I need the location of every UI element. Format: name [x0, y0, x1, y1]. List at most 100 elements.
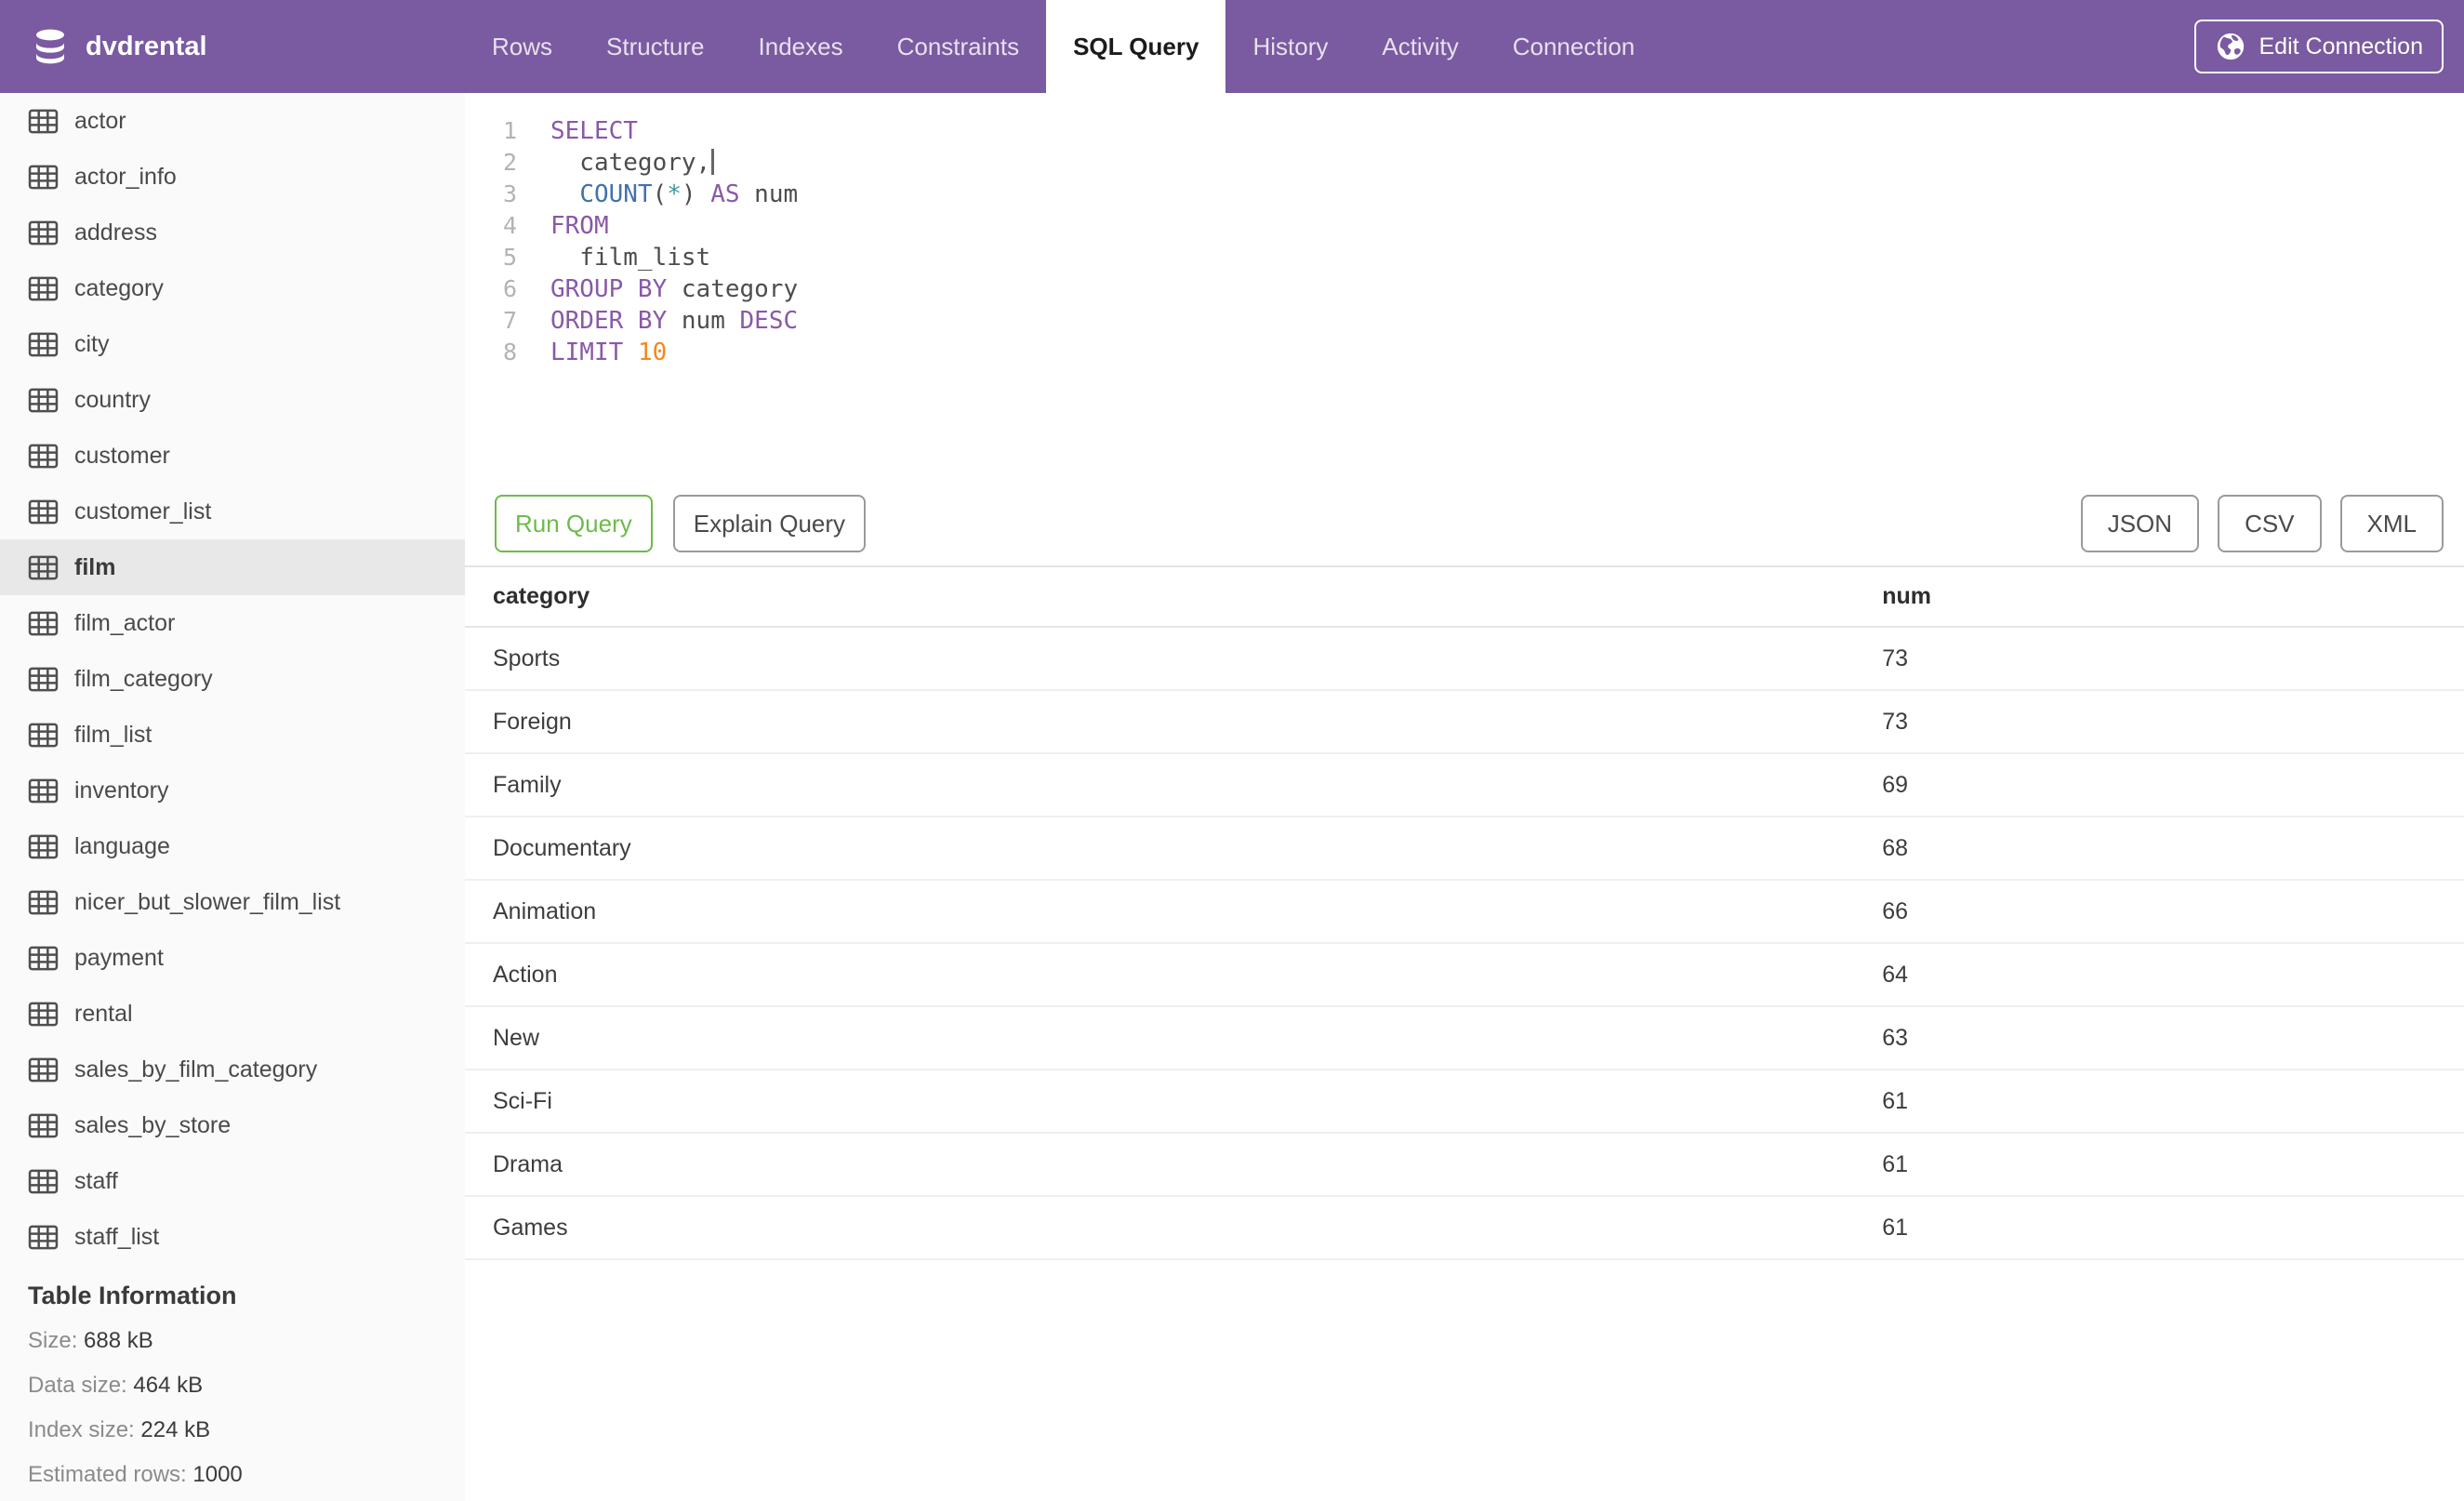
sidebar-item-rental[interactable]: rental — [0, 986, 465, 1042]
tab-history[interactable]: History — [1225, 0, 1355, 93]
editor-line: 1 SELECT — [465, 115, 2464, 147]
line-number: 1 — [502, 117, 517, 144]
table-list: actor actor_infoaddress category city countr… — [0, 93, 465, 1265]
table-name: inventory — [74, 777, 169, 804]
sidebar-item-language[interactable]: language — [0, 818, 465, 874]
run-query-button[interactable]: Run Query — [495, 495, 653, 552]
table-information: Table Information Size: 688 kB Data size:… — [0, 1265, 465, 1497]
sidebar-item-country[interactable]: country — [0, 372, 465, 428]
table-row[interactable]: Foreign 73 — [465, 690, 2464, 754]
main-content: 1 SELECT 2 category, 3 COUNT(*) AS num 4 FROM… — [465, 93, 2464, 1501]
table-cell: New — [465, 1006, 1855, 1070]
table-name: film — [74, 553, 116, 580]
table-cell: 69 — [1854, 753, 2464, 817]
table-name: country — [74, 386, 151, 413]
table-cell: 68 — [1854, 817, 2464, 881]
code-text: FROM — [550, 212, 609, 240]
table-name: customer_list — [74, 498, 212, 525]
table-icon — [28, 723, 59, 747]
column-header-num[interactable]: num — [1854, 567, 2464, 628]
table-information-heading: Table Information — [28, 1282, 237, 1309]
sidebar-item-sales-by-film-category[interactable]: sales_by_film_category — [0, 1042, 465, 1097]
sidebar-item-customer[interactable]: customer — [0, 428, 465, 484]
table-cell: 73 — [1854, 690, 2464, 754]
code-text: LIMIT 10 — [550, 339, 668, 366]
tab-sql-query[interactable]: SQL Query — [1046, 0, 1226, 93]
sidebar-item-film-list[interactable]: film_list — [0, 707, 465, 763]
table-row[interactable]: Animation 66 — [465, 880, 2464, 944]
table-row[interactable]: Games 61 — [465, 1196, 2464, 1260]
table-row[interactable]: Sports 73 — [465, 627, 2464, 691]
edit-connection-label: Edit Connection — [2259, 33, 2423, 60]
tab-activity[interactable]: Activity — [1355, 0, 1485, 93]
sidebar-item-film-actor[interactable]: film_actor — [0, 595, 465, 651]
tab-rows[interactable]: Rows — [465, 0, 579, 93]
table-icon — [28, 499, 59, 524]
sidebar-item-city[interactable]: city — [0, 316, 465, 372]
table-cell: 73 — [1854, 627, 2464, 691]
line-number: 5 — [502, 244, 517, 271]
table-row[interactable]: Sci-Fi 61 — [465, 1069, 2464, 1134]
code-text: GROUP BY category — [550, 275, 799, 303]
column-header-category[interactable]: category — [465, 567, 1855, 628]
results-panel: category num Sports 73 Foreign 73 Family 69 Doc… — [465, 565, 2464, 1501]
table-name: category — [74, 274, 164, 301]
sidebar-item-staff-list[interactable]: staff_list — [0, 1209, 465, 1265]
table-icon — [28, 332, 59, 356]
sidebar-item-sales-by-store[interactable]: sales_by_store — [0, 1097, 465, 1153]
sidebar-item-staff[interactable]: staff — [0, 1153, 465, 1209]
table-information-stats: Size: 688 kB Data size: 464 kB Index size:… — [28, 1319, 465, 1497]
table-icon — [28, 220, 59, 245]
edit-connection-button[interactable]: Edit Connection — [2194, 20, 2444, 73]
table-name: film_actor — [74, 609, 176, 636]
table-name: staff — [74, 1167, 118, 1194]
sidebar-item-category[interactable]: category — [0, 260, 465, 316]
export-csv-button[interactable]: CSV — [2218, 495, 2322, 552]
stat-value: 1000 — [192, 1462, 243, 1487]
table-icon — [28, 555, 59, 579]
table-row[interactable]: Family 69 — [465, 753, 2464, 817]
table-icon — [28, 946, 59, 970]
table-row[interactable]: Documentary 68 — [465, 817, 2464, 881]
tab-indexes[interactable]: Indexes — [732, 0, 870, 93]
table-icon — [28, 1225, 59, 1249]
table-row[interactable]: Drama 61 — [465, 1133, 2464, 1197]
sidebar: actor actor_infoaddress category city countr… — [0, 93, 465, 1501]
query-actions: Run Query Explain Query JSON CSV XML — [495, 495, 2444, 552]
export-xml-button[interactable]: XML — [2339, 495, 2444, 552]
editor-line: 5 film_list — [465, 242, 2464, 273]
sidebar-item-address[interactable]: address — [0, 205, 465, 260]
table-cell: 63 — [1854, 1006, 2464, 1070]
table-name: address — [74, 219, 157, 246]
sidebar-item-customer-list[interactable]: customer_list — [0, 484, 465, 539]
explain-query-button[interactable]: Explain Query — [672, 495, 867, 552]
table-icon — [28, 890, 59, 914]
line-number: 2 — [502, 149, 517, 176]
table-name: city — [74, 330, 110, 357]
table-info-stat: Index size: 224 kB — [28, 1408, 465, 1453]
sidebar-item-payment[interactable]: payment — [0, 930, 465, 986]
sidebar-item-nicer-but-slower-film-list[interactable]: nicer_but_slower_film_list — [0, 874, 465, 930]
sidebar-item-inventory[interactable]: inventory — [0, 763, 465, 818]
sidebar-item-actor-info[interactable]: actor_info — [0, 149, 465, 205]
table-name: actor — [74, 107, 126, 134]
export-json-button[interactable]: JSON — [2080, 495, 2200, 552]
table-row[interactable]: New 63 — [465, 1006, 2464, 1070]
table-info-stat: Size: 688 kB — [28, 1319, 465, 1363]
nav-tabs: Rows Structure Indexes Constraints SQL Query… — [465, 0, 1662, 93]
table-name: actor_info — [74, 163, 177, 190]
table-name: sales_by_store — [74, 1111, 232, 1138]
tab-structure[interactable]: Structure — [579, 0, 732, 93]
tab-connection[interactable]: Connection — [1486, 0, 1663, 93]
sidebar-item-actor[interactable]: actor — [0, 93, 465, 149]
sql-editor[interactable]: 1 SELECT 2 category, 3 COUNT(*) AS num 4 FROM… — [465, 93, 2464, 368]
tab-constraints[interactable]: Constraints — [870, 0, 1047, 93]
table-row[interactable]: Action 64 — [465, 943, 2464, 1007]
table-name: nicer_but_slower_film_list — [74, 888, 341, 915]
sidebar-item-film[interactable]: film — [0, 539, 465, 595]
table-icon — [28, 165, 59, 189]
code-text: category, — [550, 147, 715, 179]
sidebar-item-film-category[interactable]: film_category — [0, 651, 465, 707]
table-info-stat: Estimated rows: 1000 — [28, 1453, 465, 1497]
table-icon — [28, 1113, 59, 1137]
